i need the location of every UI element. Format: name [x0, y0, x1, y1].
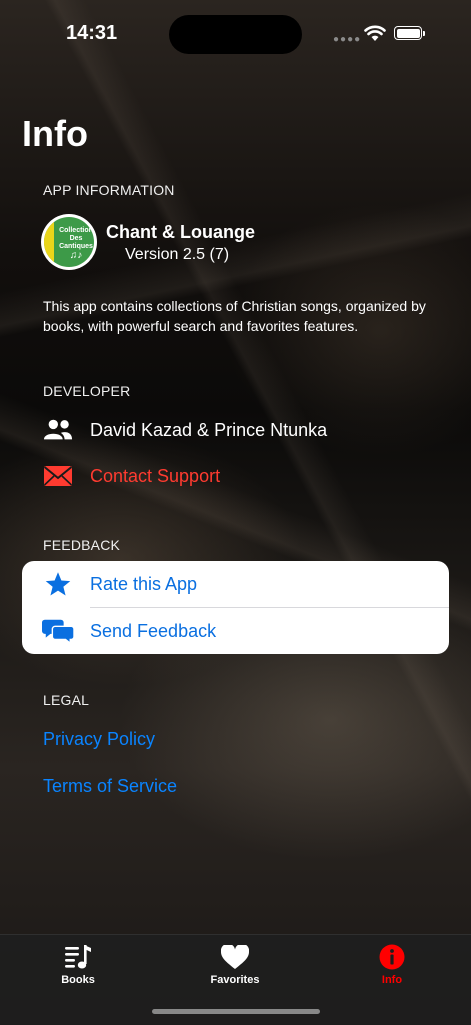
send-feedback-label: Send Feedback: [90, 620, 217, 641]
tab-favorites-label: Favorites: [210, 974, 260, 986]
music-note-icon: ♫♪: [69, 250, 83, 261]
feedback-card: Rate this App Send Feedback: [22, 561, 449, 654]
heart-icon: [190, 943, 280, 971]
send-feedback-button[interactable]: Send Feedback: [22, 608, 449, 654]
music-list-icon: [33, 943, 123, 971]
home-indicator: [152, 1009, 320, 1014]
terms-of-service-link[interactable]: Terms of Service: [43, 776, 177, 797]
app-icon-text-1: Collection: [59, 227, 93, 234]
signal-icon: ●●●●: [333, 34, 362, 45]
chat-bubbles-icon: [42, 618, 74, 644]
app-icon-text-2: Des: [69, 235, 83, 242]
app-name: Chant & Louange: [106, 222, 255, 242]
section-developer: DEVELOPER: [43, 383, 131, 399]
status-bar: 14:31 ●●●●: [0, 0, 471, 60]
envelope-icon: [43, 465, 73, 487]
developer-names: David Kazad & Prince Ntunka: [90, 419, 328, 440]
section-app-information: APP INFORMATION: [43, 182, 175, 198]
tab-favorites[interactable]: Favorites: [190, 943, 280, 986]
app-version: Version 2.5 (7): [125, 246, 230, 263]
dynamic-island: [169, 15, 302, 54]
developer-row: David Kazad & Prince Ntunka: [43, 418, 327, 442]
app-description: This app contains collections of Christi…: [43, 298, 426, 334]
info-icon: [347, 943, 437, 971]
tab-info-label: Info: [381, 974, 403, 986]
contact-support-button[interactable]: Contact Support: [43, 465, 220, 487]
people-icon: [43, 418, 73, 442]
tab-books[interactable]: Books: [33, 943, 123, 986]
rate-app-label: Rate this App: [90, 573, 198, 594]
section-legal: LEGAL: [43, 692, 90, 708]
star-icon: [42, 571, 74, 598]
wifi-icon: [364, 25, 386, 41]
page-title: Info: [22, 113, 88, 154]
status-time: 14:31: [66, 22, 118, 44]
tab-books-label: Books: [61, 974, 95, 986]
battery-icon: [394, 26, 425, 40]
tab-info[interactable]: Info: [347, 943, 437, 986]
privacy-policy-link[interactable]: Privacy Policy: [43, 729, 155, 750]
section-feedback: FEEDBACK: [43, 537, 121, 553]
contact-support-label: Contact Support: [90, 465, 221, 486]
app-icon: Collection Des Cantiques ♫♪: [41, 214, 97, 270]
rate-app-button[interactable]: Rate this App: [22, 561, 449, 607]
